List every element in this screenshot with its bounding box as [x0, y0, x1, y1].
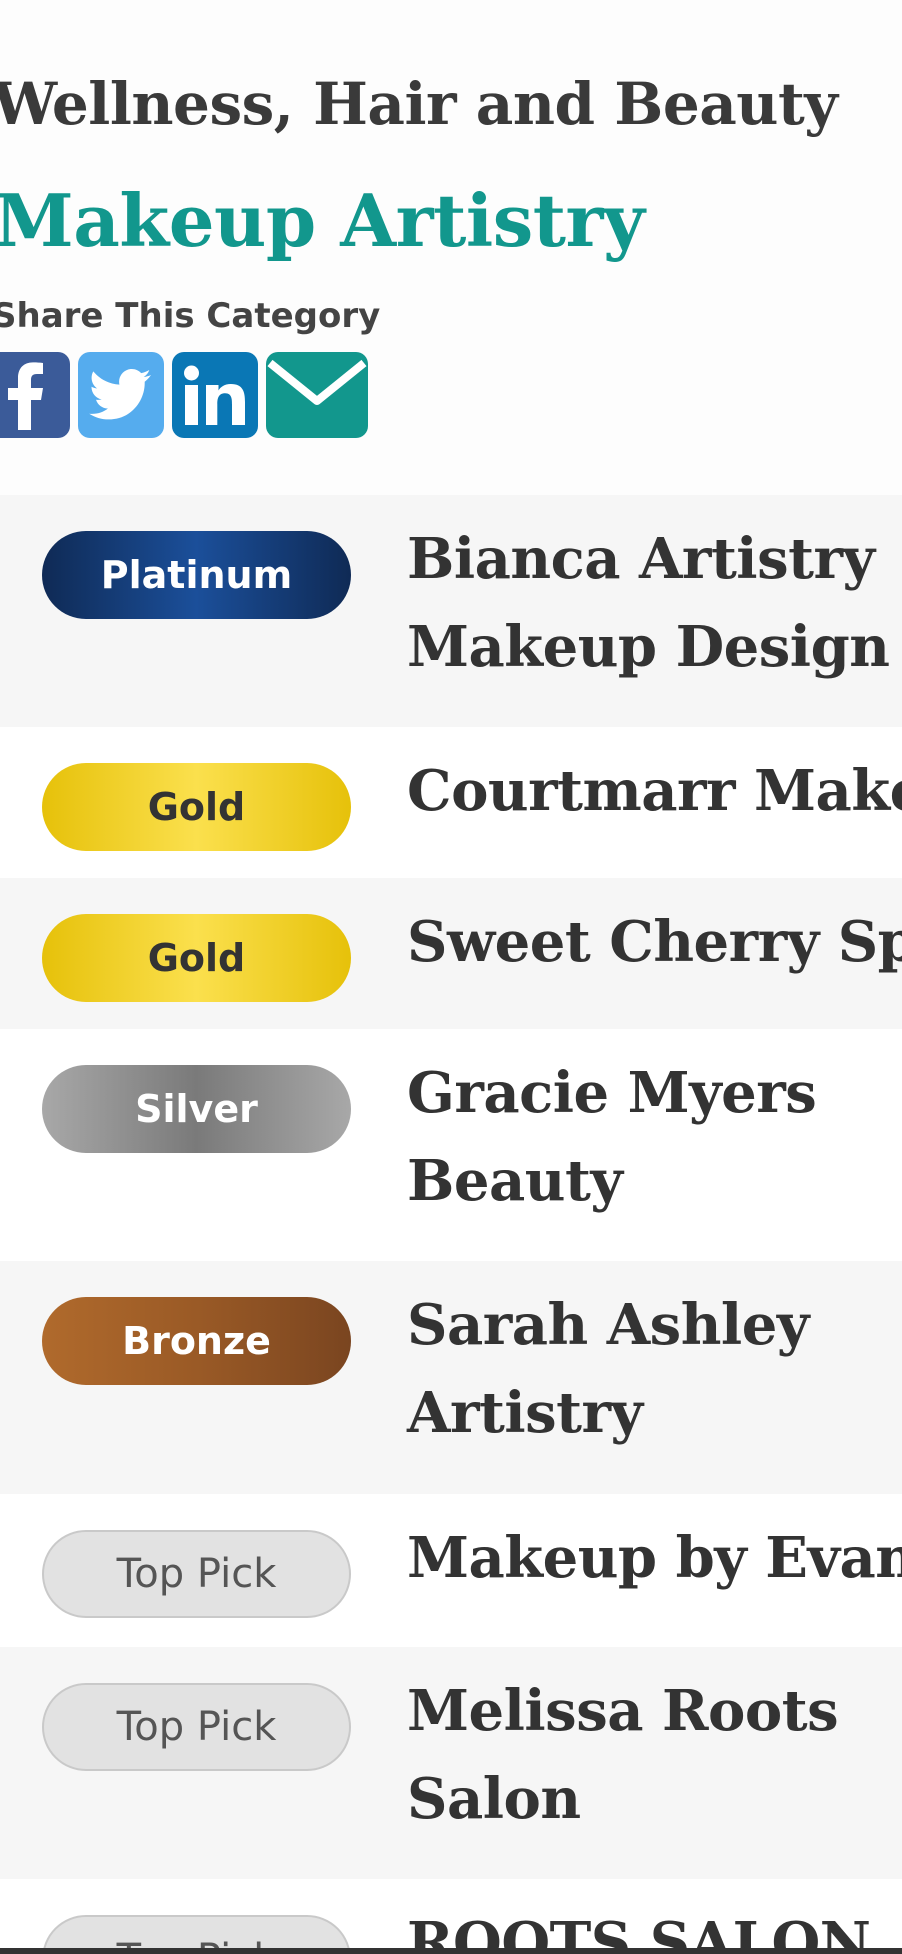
listing-name-line: Artistry: [407, 1380, 643, 1446]
facebook-share-button[interactable]: [0, 352, 70, 438]
listing-name-line: Courtmarr Makeup: [407, 758, 902, 824]
listing-name[interactable]: Melissa Roots Salon: [407, 1667, 839, 1843]
listing-row[interactable]: Gold Sweet Cherry Spa: [0, 878, 902, 1029]
listing-name-line: Salon: [407, 1766, 581, 1832]
listing-name[interactable]: Gracie Myers Beauty: [407, 1049, 817, 1225]
listing-row[interactable]: Platinum Bianca Artistry Makeup Design: [0, 495, 902, 727]
listing-name-line: Beauty: [407, 1148, 623, 1214]
tier-badge-gold: Gold: [42, 914, 351, 1002]
listing-row[interactable]: Top Pick Makeup by Evangeline: [0, 1494, 902, 1647]
email-icon: [267, 359, 367, 405]
tier-badge-top-pick: Top Pick: [42, 1530, 351, 1618]
twitter-share-button[interactable]: [78, 352, 164, 438]
page: Wellness, Hair and Beauty Makeup Artistr…: [0, 0, 902, 1954]
listing-name[interactable]: Sarah Ashley Artistry: [407, 1281, 809, 1457]
facebook-icon: [8, 362, 43, 430]
listing-name[interactable]: Bianca Artistry Makeup Design: [407, 515, 890, 691]
listing-list: Platinum Bianca Artistry Makeup Design G…: [0, 495, 902, 1954]
listing-name-line: Melissa Roots: [407, 1678, 839, 1744]
tier-badge-top-pick: Top Pick: [42, 1683, 351, 1771]
tier-badge-gold: Gold: [42, 763, 351, 851]
listing-name-line: Makeup Design: [407, 614, 890, 680]
share-label: Share This Category: [0, 296, 381, 336]
listing-row[interactable]: Bronze Sarah Ashley Artistry: [0, 1261, 902, 1494]
listing-row[interactable]: Gold Courtmarr Makeup: [0, 727, 902, 878]
listing-name-line: Makeup by Evangeline: [407, 1525, 902, 1591]
listing-name-line: Bianca Artistry: [407, 526, 875, 592]
listing-name-line: Gracie Myers: [407, 1060, 817, 1126]
listing-name[interactable]: ROOTS SALON: [407, 1899, 871, 1954]
listing-name[interactable]: Makeup by Evangeline: [407, 1514, 902, 1602]
category-title: Makeup Artistry: [0, 178, 645, 263]
listing-name[interactable]: Sweet Cherry Spa: [407, 898, 902, 986]
listing-name[interactable]: Courtmarr Makeup: [407, 747, 902, 835]
share-buttons: [0, 352, 368, 438]
twitter-icon: [89, 369, 151, 420]
email-share-button[interactable]: [266, 352, 368, 438]
tier-badge-bronze: Bronze: [42, 1297, 351, 1385]
listing-name-line: Sweet Cherry Spa: [407, 909, 902, 975]
linkedin-share-button[interactable]: [172, 352, 258, 438]
listing-name-line: ROOTS SALON: [407, 1910, 871, 1954]
linkedin-icon: [184, 365, 245, 425]
listing-row[interactable]: Top Pick ROOTS SALON: [0, 1879, 902, 1954]
listing-row[interactable]: Top Pick Melissa Roots Salon: [0, 1647, 902, 1879]
parent-category-heading: Wellness, Hair and Beauty: [0, 70, 838, 138]
listing-row[interactable]: Silver Gracie Myers Beauty: [0, 1029, 902, 1261]
bottom-bar: [0, 1948, 902, 1954]
listing-name-line: Sarah Ashley: [407, 1292, 809, 1358]
tier-badge-silver: Silver: [42, 1065, 351, 1153]
tier-badge-platinum: Platinum: [42, 531, 351, 619]
